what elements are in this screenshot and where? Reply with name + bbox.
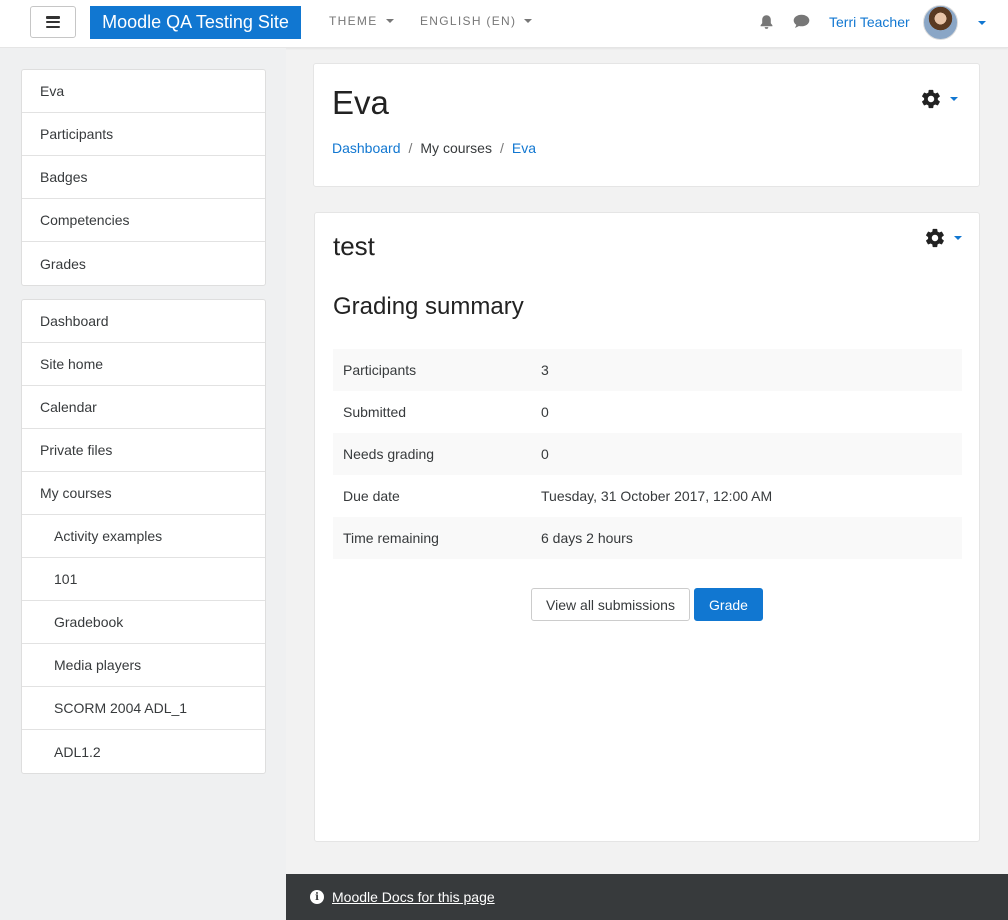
summary-value: 6 days 2 hours [541,530,633,546]
chevron-down-icon [524,19,533,23]
breadcrumb-separator: / [499,140,504,156]
course-nav-block: Eva Participants Badges Competencies Gra… [21,69,266,286]
chevron-down-icon [954,236,962,240]
summary-value: 3 [541,362,549,378]
summary-label: Participants [343,362,417,378]
course-settings-menu[interactable] [920,88,958,110]
chat-icon[interactable] [793,14,810,32]
sidebar-item-grades[interactable]: Grades [22,242,265,285]
summary-label: Submitted [343,404,407,420]
view-all-submissions-button[interactable]: View all submissions [531,588,690,621]
sidebar-item-eva[interactable]: Eva [22,70,265,113]
gear-icon [922,89,940,109]
moodle-docs-link[interactable]: i Moodle Docs for this page [310,889,495,905]
info-icon: i [310,890,324,904]
moodle-docs-link-label: Moodle Docs for this page [332,889,495,905]
breadcrumb-my-courses: My courses [420,140,492,156]
sidebar-item-course[interactable]: ADL1.2 [22,730,265,773]
user-menu-chevron-down-icon[interactable] [978,21,986,25]
page-title: Eva [332,84,389,121]
table-row: Time remaining 6 days 2 hours [333,517,962,559]
sidebar-item-badges[interactable]: Badges [22,156,265,199]
table-row: Participants 3 [333,349,962,391]
chevron-down-icon [950,97,958,101]
drawer-toggle-button[interactable] [30,6,76,38]
grading-summary-table: Participants 3 Submitted 0 Needs grading… [333,349,962,559]
activity-title: test [333,231,375,261]
sidebar-item-participants[interactable]: Participants [22,113,265,156]
breadcrumb: Dashboard / My courses / Eva [332,140,536,156]
page-header-card: Eva Dashboard / My courses / Eva [313,63,980,187]
hamburger-icon [46,16,60,28]
summary-label: Needs grading [343,446,435,462]
user-menu-name[interactable]: Terri Teacher [829,14,910,30]
activity-card: test Grading summary Participants 3 Subm… [314,212,980,842]
sidebar-item-course[interactable]: 101 [22,558,265,601]
table-row: Submitted 0 [333,391,962,433]
theme-menu-label: THEME [329,14,378,28]
sidebar-item-course[interactable]: Gradebook [22,601,265,644]
breadcrumb-separator: / [408,140,413,156]
bell-icon[interactable] [759,14,774,33]
summary-value: 0 [541,446,549,462]
grade-button[interactable]: Grade [694,588,763,621]
site-nav-block: Dashboard Site home Calendar Private fil… [21,299,266,774]
sidebar-item-course[interactable]: Activity examples [22,515,265,558]
nav-drawer: Eva Participants Badges Competencies Gra… [0,48,286,920]
sidebar-item-course[interactable]: Media players [22,644,265,687]
chevron-down-icon [385,19,394,23]
language-menu-label: ENGLISH (EN) [420,14,517,28]
top-navbar: Moodle QA Testing Site THEME ENGLISH (EN… [0,0,1008,48]
sidebar-item-private-files[interactable]: Private files [22,429,265,472]
language-menu[interactable]: ENGLISH (EN) [420,14,533,28]
avatar[interactable] [923,5,958,40]
summary-label: Time remaining [343,530,439,546]
sidebar-item-dashboard[interactable]: Dashboard [22,300,265,343]
page-footer: i Moodle Docs for this page [286,874,1008,920]
sidebar-item-calendar[interactable]: Calendar [22,386,265,429]
table-row: Due date Tuesday, 31 October 2017, 12:00… [333,475,962,517]
sidebar-item-site-home[interactable]: Site home [22,343,265,386]
breadcrumb-dashboard-link[interactable]: Dashboard [332,140,401,156]
table-row: Needs grading 0 [333,433,962,475]
sidebar-item-my-courses[interactable]: My courses [22,472,265,515]
summary-value: 0 [541,404,549,420]
activity-settings-menu[interactable] [924,227,962,249]
site-name-link[interactable]: Moodle QA Testing Site [90,6,301,39]
summary-label: Due date [343,488,400,504]
sidebar-item-course[interactable]: SCORM 2004 ADL_1 [22,687,265,730]
summary-value: Tuesday, 31 October 2017, 12:00 AM [541,488,773,504]
breadcrumb-eva-link[interactable]: Eva [512,140,536,156]
theme-menu[interactable]: THEME [329,14,394,28]
grading-summary-heading: Grading summary [333,293,524,320]
sidebar-item-competencies[interactable]: Competencies [22,199,265,242]
gear-icon [926,228,944,248]
